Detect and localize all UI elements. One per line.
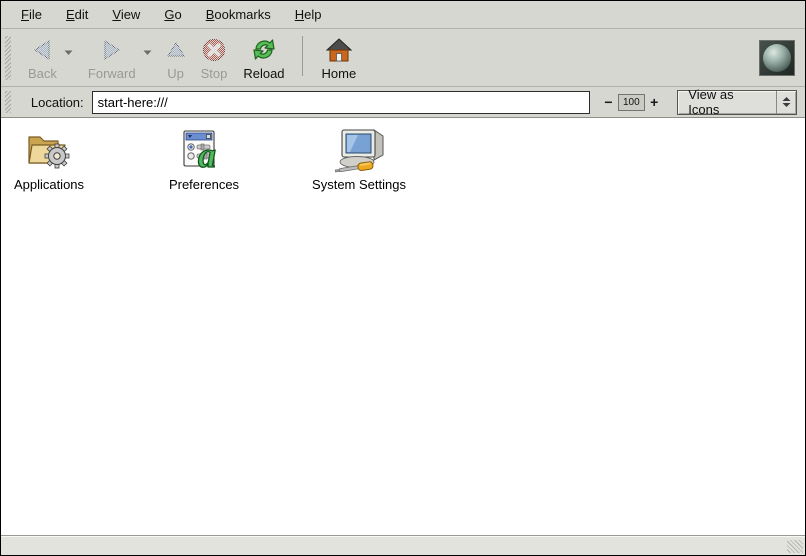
forward-icon bbox=[100, 35, 124, 65]
forward-label: Forward bbox=[88, 66, 136, 81]
svg-text:a: a bbox=[198, 135, 216, 173]
applications-folder-gear-icon bbox=[24, 125, 74, 173]
desktop-item-system-settings[interactable]: System Settings bbox=[304, 125, 414, 192]
menu-go[interactable]: Go bbox=[152, 3, 193, 26]
reload-icon bbox=[250, 35, 278, 65]
forward-button[interactable]: Forward bbox=[83, 35, 141, 81]
up-button[interactable]: Up bbox=[162, 35, 190, 81]
back-history-chevron-icon[interactable] bbox=[63, 49, 74, 56]
file-manager-window: File Edit View Go Bookmarks Help Back bbox=[0, 0, 806, 556]
zoom-level-indicator: 100 bbox=[618, 94, 646, 111]
up-label: Up bbox=[167, 66, 184, 81]
location-label: Location: bbox=[31, 95, 84, 110]
reload-button[interactable]: Reload bbox=[238, 35, 289, 81]
stop-label: Stop bbox=[201, 66, 228, 81]
location-input[interactable] bbox=[92, 91, 591, 114]
menu-file[interactable]: File bbox=[9, 3, 54, 26]
reload-label: Reload bbox=[243, 66, 284, 81]
preferences-capplet-icon: a bbox=[181, 125, 227, 173]
view-mode-label: View as Icons bbox=[678, 87, 776, 117]
home-button[interactable]: Home bbox=[317, 35, 362, 81]
resize-grip[interactable] bbox=[787, 540, 803, 553]
dropdown-arrow-icon bbox=[776, 91, 796, 114]
desktop-item-applications[interactable]: Applications bbox=[0, 125, 104, 192]
toolbar: Back Forward bbox=[1, 29, 805, 87]
back-label: Back bbox=[28, 66, 57, 81]
zoom-in-button[interactable]: + bbox=[650, 94, 658, 110]
forward-history-chevron-icon[interactable] bbox=[142, 49, 153, 56]
back-icon bbox=[30, 35, 54, 65]
menu-edit[interactable]: Edit bbox=[54, 3, 100, 26]
view-mode-dropdown[interactable]: View as Icons bbox=[677, 90, 797, 115]
item-label: System Settings bbox=[312, 177, 406, 192]
icon-view-pane: Applications a Prefe bbox=[1, 118, 805, 535]
menubar: File Edit View Go Bookmarks Help bbox=[1, 1, 805, 29]
zoom-out-button[interactable]: − bbox=[604, 94, 612, 110]
menu-view[interactable]: View bbox=[100, 3, 152, 26]
home-icon bbox=[326, 35, 352, 65]
status-bar bbox=[1, 535, 805, 555]
locationbar-drag-handle[interactable] bbox=[5, 91, 11, 113]
item-label: Preferences bbox=[169, 177, 239, 192]
back-button[interactable]: Back bbox=[23, 35, 62, 81]
computer-screwdriver-icon bbox=[330, 125, 388, 173]
location-bar: Location: − 100 + View as Icons bbox=[1, 87, 805, 118]
item-label: Applications bbox=[14, 177, 84, 192]
home-label: Home bbox=[322, 66, 357, 81]
toolbar-drag-handle[interactable] bbox=[5, 36, 11, 80]
desktop-item-preferences[interactable]: a Preferences bbox=[149, 125, 259, 192]
menu-bookmarks[interactable]: Bookmarks bbox=[194, 3, 283, 26]
throbber-orb-icon bbox=[759, 40, 795, 76]
toolbar-separator bbox=[302, 36, 303, 76]
stop-button[interactable]: Stop bbox=[196, 35, 233, 81]
stop-icon bbox=[201, 35, 227, 65]
up-icon bbox=[167, 35, 185, 65]
menu-help[interactable]: Help bbox=[283, 3, 334, 26]
